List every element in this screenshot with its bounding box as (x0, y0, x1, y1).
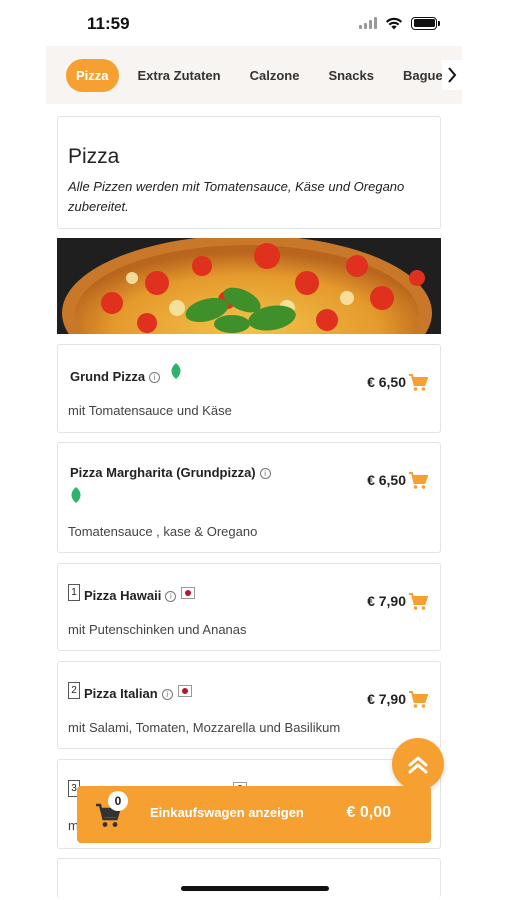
leaf-icon (171, 363, 181, 379)
signal-icon (359, 17, 377, 29)
pizza-banner-image (57, 238, 441, 334)
leaf-icon (71, 487, 81, 503)
item-description: mit Salami, Tomaten, Mozzarella und Basi… (68, 720, 341, 735)
item-number-badge: 2 (68, 682, 80, 699)
wifi-icon (385, 17, 403, 30)
cart-total: € 0,00 (346, 804, 391, 821)
tab-snacks[interactable]: Snacks (318, 59, 384, 92)
item-price: € 6,50 (367, 472, 406, 488)
category-title: Pizza (68, 145, 120, 168)
double-chevron-up-icon (408, 756, 428, 774)
status-icons (359, 16, 440, 30)
item-name: Grund Pizza i (70, 369, 161, 384)
item-name: Pizza Hawaii i (84, 587, 196, 603)
cart-count-badge: 0 (108, 791, 128, 811)
menu-item-pizza-hawaii[interactable]: 1 Pizza Hawaii i mit Putenschinken und An… (57, 563, 441, 651)
info-icon[interactable]: i (259, 468, 271, 479)
item-description: mit Putenschinken und Ananas (68, 622, 247, 637)
item-price: € 7,90 (367, 691, 406, 707)
item-price: € 6,50 (367, 374, 406, 390)
tab-pizza[interactable]: Pizza (66, 59, 119, 92)
status-bar: 11:59 (0, 0, 507, 46)
menu-item-grund-pizza[interactable]: Grund Pizza i mit Tomatensauce und Käse €… (57, 344, 441, 433)
status-time: 11:59 (87, 14, 130, 33)
item-description: mit Tomatensauce und Käse (68, 403, 232, 418)
add-to-cart-icon[interactable] (408, 374, 428, 392)
tab-extra-zutaten[interactable]: Extra Zutaten (128, 59, 231, 92)
scroll-to-top-button[interactable] (392, 738, 444, 790)
cart-label: Einkaufswagen anzeigen (150, 805, 304, 820)
menu-item-partial-next[interactable] (57, 858, 441, 898)
category-header-card: Pizza Alle Pizzen werden mit Tomatensauc… (57, 116, 441, 229)
item-name: Pizza Margharita (Grundpizza) i (70, 465, 271, 480)
item-description: Tomatensauce , kase & Oregano (68, 524, 258, 539)
tabs-scroll-right-button[interactable] (442, 60, 462, 90)
tab-calzone[interactable]: Calzone (240, 59, 310, 92)
category-tabs: Pizza Extra Zutaten Calzone Snacks Bague… (66, 59, 462, 92)
info-icon[interactable]: i (149, 372, 161, 383)
menu-item-pizza-margharita[interactable]: Pizza Margharita (Grundpizza) i Tomatensa… (57, 442, 441, 553)
info-icon[interactable]: i (165, 591, 177, 602)
view-cart-button[interactable]: Einkaufswagen anzeigen € 0,00 (77, 786, 431, 843)
category-description: Alle Pizzen werden mit Tomatensauce, Käs… (68, 179, 405, 214)
add-to-cart-icon[interactable] (408, 472, 428, 490)
flag-icon (181, 587, 196, 599)
chevron-right-icon (448, 67, 457, 83)
item-number-badge: 1 (68, 584, 80, 601)
home-indicator (181, 886, 329, 891)
flag-icon (177, 685, 192, 697)
item-price: € 7,90 (367, 593, 406, 609)
category-tabbar: Pizza Extra Zutaten Calzone Snacks Bague… (46, 46, 462, 104)
add-to-cart-icon[interactable] (408, 593, 428, 611)
info-icon[interactable]: i (161, 689, 173, 700)
menu-item-pizza-italian[interactable]: 2 Pizza Italian i mit Salami, Tomaten, Mo… (57, 661, 441, 749)
battery-icon (411, 16, 440, 30)
item-name: Pizza Italian i (84, 685, 192, 701)
add-to-cart-icon[interactable] (408, 691, 428, 709)
